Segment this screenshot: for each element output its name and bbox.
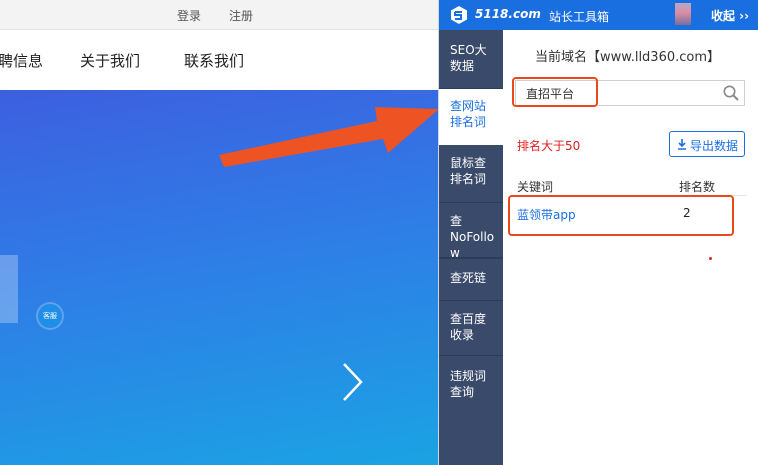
export-label: 导出数据 <box>690 139 739 153</box>
table-divider <box>515 195 747 196</box>
hero-decoration <box>0 255 18 323</box>
menu-item-banned-words[interactable]: 违规词查询 <box>439 368 503 400</box>
menu-item-nofollow[interactable]: 查NoFollow <box>439 213 503 261</box>
menu-item-label: 鼠标查排名词 <box>450 156 487 186</box>
rank-keywords-content: 当前域名【www.lld360.com】 排名大于50 导出数据 关键词 排名数… <box>503 30 758 465</box>
5118-logo-icon <box>451 6 467 24</box>
seo-toolbox-panel: 5118.com 站长工具箱 收起 ›› SEO大数据 查网站排名词 鼠标查排名… <box>438 0 758 465</box>
panel-header: 5118.com 站长工具箱 收起 ›› <box>439 0 758 30</box>
tool-menu: SEO大数据 查网站排名词 鼠标查排名词 查NoFollow 查死链 查百度收录… <box>439 30 503 465</box>
rank-count: 2 <box>683 206 691 220</box>
menu-divider <box>439 355 503 356</box>
menu-item-label: 查死链 <box>450 271 487 285</box>
column-header-rank: 排名数 <box>679 180 716 194</box>
download-icon <box>678 139 686 150</box>
menu-item-seo-data[interactable]: SEO大数据 <box>439 42 503 74</box>
keyword-search-input[interactable] <box>526 85 706 101</box>
column-header-keyword: 关键词 <box>517 180 554 194</box>
current-domain: 当前域名【www.lld360.com】 <box>535 50 721 65</box>
menu-item-label: 查百度收录 <box>450 312 487 342</box>
menu-item-label: SEO大数据 <box>450 43 487 73</box>
menu-item-dead-links[interactable]: 查死链 <box>439 270 503 286</box>
nav-item-about[interactable]: 关于我们 <box>80 50 140 71</box>
register-link[interactable]: 注册 <box>229 7 253 24</box>
export-data-button[interactable]: 导出数据 <box>669 131 745 157</box>
site-topbar: 登录 注册 <box>0 0 440 30</box>
menu-item-site-rank-keywords[interactable]: 查网站排名词 <box>439 89 503 145</box>
brand-name: 5118.com <box>475 7 541 21</box>
rank-filter-label[interactable]: 排名大于50 <box>517 137 580 154</box>
nav-item-contact[interactable]: 联系我们 <box>184 50 244 71</box>
menu-item-mouse-rank-keywords[interactable]: 鼠标查排名词 <box>439 155 503 187</box>
red-dot-marker <box>709 257 712 260</box>
avatar[interactable] <box>675 3 691 25</box>
hero-banner: 客服 <box>0 90 440 465</box>
collapse-button[interactable]: 收起 ›› <box>711 7 749 24</box>
search-icon[interactable] <box>722 84 740 102</box>
menu-divider <box>439 300 503 301</box>
menu-item-label: 违规词查询 <box>450 369 487 399</box>
menu-item-label: 查NoFollow <box>450 214 495 260</box>
customer-service-badge[interactable]: 客服 <box>38 304 62 328</box>
menu-divider <box>439 257 503 258</box>
nav-item-jobs[interactable]: 聘信息 <box>0 50 43 71</box>
site-nav: 聘信息 关于我们 联系我们 <box>0 31 440 90</box>
chevron-right-icon[interactable] <box>336 360 370 404</box>
brand-subtitle: 站长工具箱 <box>549 10 610 24</box>
keyword-search-box <box>515 80 745 106</box>
menu-divider <box>439 202 503 203</box>
menu-item-baidu-index[interactable]: 查百度收录 <box>439 311 503 343</box>
menu-item-label: 查网站排名词 <box>450 99 487 129</box>
keyword-link[interactable]: 蓝领带app <box>517 206 576 223</box>
login-link[interactable]: 登录 <box>177 7 201 24</box>
